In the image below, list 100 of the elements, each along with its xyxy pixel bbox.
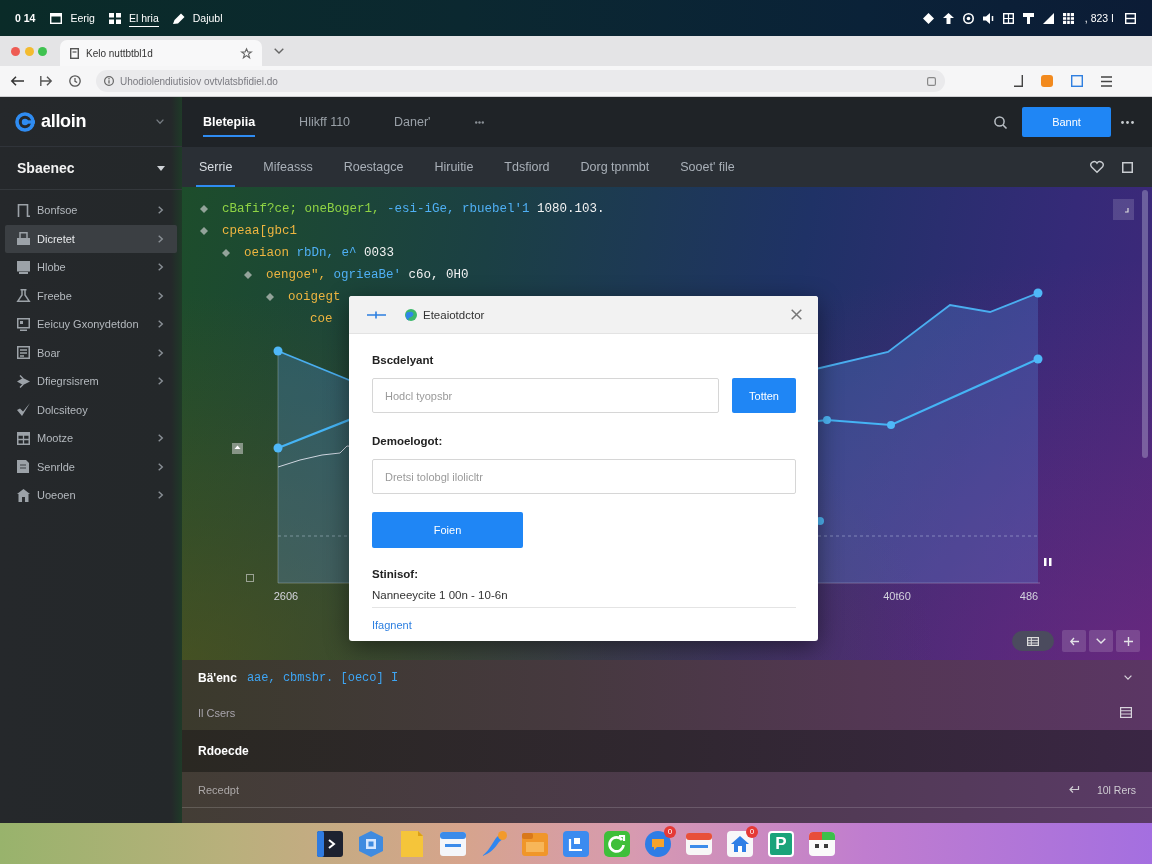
expander-icon[interactable] bbox=[200, 227, 208, 235]
expander-icon[interactable] bbox=[200, 205, 208, 213]
sidebar-item[interactable]: Dolcsiteoy bbox=[5, 395, 177, 424]
window-grid-icon[interactable] bbox=[1002, 12, 1014, 24]
signal-icon[interactable] bbox=[1042, 12, 1054, 24]
sidebar-item[interactable]: Mootze bbox=[5, 424, 177, 453]
header-tab[interactable]: Bletepiia bbox=[203, 107, 256, 137]
star-icon[interactable] bbox=[241, 47, 252, 59]
sidebar-item[interactable]: Uoeoen bbox=[5, 481, 177, 510]
browser-tab[interactable]: Kelo nuttbtbl1d bbox=[60, 40, 262, 66]
axis-label: 486 bbox=[1019, 590, 1039, 602]
check-icon bbox=[17, 403, 30, 417]
code-token: ogrieaBe' bbox=[333, 268, 402, 282]
speaker-icon[interactable] bbox=[982, 12, 994, 24]
nav-tab[interactable]: Sooet' file bbox=[677, 147, 738, 187]
record-label: Recedpt bbox=[198, 783, 239, 796]
code-token: cpeaa[gbc1 bbox=[222, 224, 297, 238]
menu-item[interactable]: Eerig bbox=[50, 9, 95, 27]
caret-icon[interactable] bbox=[157, 165, 165, 171]
close-window-button[interactable] bbox=[11, 46, 20, 56]
sidebar-item[interactable]: Dfiegrsisrem bbox=[5, 367, 177, 396]
code-token: oeiaon bbox=[244, 246, 289, 260]
sidebar-item[interactable]: Boar bbox=[5, 338, 177, 367]
more-icon[interactable] bbox=[1121, 120, 1134, 124]
clock-icon[interactable] bbox=[69, 75, 81, 87]
code-token: cBafif?ce; oneBoger1, bbox=[222, 202, 380, 216]
nav-tab[interactable]: Mifeasss bbox=[260, 147, 316, 187]
code-token: rbDn, e^ bbox=[296, 246, 357, 260]
door-icon bbox=[17, 203, 30, 217]
add-button[interactable] bbox=[1116, 630, 1140, 652]
calendar-icon[interactable] bbox=[809, 830, 835, 857]
card-icon[interactable] bbox=[686, 830, 712, 857]
square-outline-icon[interactable] bbox=[1071, 75, 1083, 87]
nav-tab[interactable]: Dorg tpnmbt bbox=[577, 147, 653, 187]
cube-icon[interactable] bbox=[358, 830, 384, 857]
link[interactable]: Ifagnent bbox=[372, 618, 412, 632]
heart-icon[interactable] bbox=[1090, 161, 1104, 173]
action-button[interactable]: Bannt bbox=[1022, 107, 1111, 137]
nav-tab[interactable]: Tdsfiord bbox=[501, 147, 553, 187]
window-icon bbox=[50, 12, 63, 24]
table-view-button[interactable] bbox=[1012, 631, 1054, 651]
box-icon[interactable] bbox=[1125, 12, 1136, 24]
dots-icon[interactable] bbox=[474, 120, 484, 124]
dropdown-button[interactable] bbox=[1089, 630, 1113, 652]
chevron-down-icon[interactable] bbox=[156, 119, 164, 124]
info-icon bbox=[104, 76, 114, 86]
previous-button[interactable] bbox=[1062, 630, 1086, 652]
sidebar-item[interactable]: Bonfsoe bbox=[5, 196, 177, 225]
app-name: alloin bbox=[41, 111, 88, 132]
header-tab[interactable]: Daner' bbox=[394, 107, 431, 137]
section-title: Sbaenec bbox=[17, 160, 76, 176]
back-icon[interactable] bbox=[11, 76, 24, 86]
grid-icon[interactable] bbox=[1062, 12, 1074, 24]
sidebar-item[interactable]: Senrlde bbox=[5, 452, 177, 481]
app-tile-icon[interactable] bbox=[563, 830, 589, 857]
flask-icon bbox=[17, 289, 30, 303]
sidebar-item[interactable]: Dicretet bbox=[5, 224, 177, 253]
table-icon bbox=[17, 431, 30, 445]
expander-icon[interactable] bbox=[266, 293, 274, 301]
expander-icon[interactable] bbox=[222, 249, 230, 257]
header-tab[interactable]: Hlikff 110 bbox=[299, 107, 351, 137]
forward-icon[interactable] bbox=[40, 76, 52, 86]
nav-tab[interactable]: Hiruitie bbox=[431, 147, 477, 187]
axis-label: 40t60 bbox=[883, 590, 911, 602]
code-token: -esi-iGe, rbuebel'1 bbox=[387, 202, 530, 216]
nav-tab[interactable]: Serrie bbox=[196, 147, 236, 187]
nav-tab[interactable]: Roestagce bbox=[340, 147, 407, 187]
inbox-icon bbox=[17, 232, 30, 246]
menu-item[interactable]: El hria bbox=[108, 9, 159, 27]
home-icon bbox=[17, 488, 30, 502]
square-icon[interactable] bbox=[1122, 161, 1133, 173]
tiles-icon bbox=[108, 12, 121, 24]
square-tile-icon[interactable] bbox=[1113, 199, 1134, 220]
diamond-icon[interactable] bbox=[922, 12, 934, 24]
code-token: c6o, bbox=[408, 268, 439, 282]
list-icon[interactable] bbox=[1120, 707, 1132, 718]
menu-item[interactable]: Dajubl bbox=[172, 9, 223, 27]
arrow-up-icon[interactable] bbox=[942, 12, 954, 24]
terminal-icon[interactable] bbox=[317, 830, 343, 857]
search-icon[interactable] bbox=[994, 115, 1007, 129]
panel-subtitle: Il Csers bbox=[198, 706, 236, 719]
axis-label: 2606 bbox=[273, 590, 299, 602]
sidebar-item[interactable]: Eeicuy Gxonydetdon bbox=[5, 310, 177, 339]
layout-icon[interactable] bbox=[1022, 12, 1034, 24]
sidebar-item[interactable]: Hlobe bbox=[5, 253, 177, 282]
home-icon[interactable] bbox=[727, 830, 753, 857]
arrow-tile-icon[interactable] bbox=[232, 443, 243, 454]
address-field[interactable]: Uhodiolendiutisiov ovtvlatsbfidiel.do bbox=[96, 70, 945, 92]
clock-time: 0 14 bbox=[15, 12, 36, 24]
result-text: Nanneeycite 1 00n - 10-6n bbox=[372, 588, 509, 603]
expander-icon[interactable] bbox=[244, 271, 252, 279]
sidebar-item[interactable]: Freebe bbox=[5, 281, 177, 310]
bar-marker-icon bbox=[1044, 558, 1052, 566]
bracket-icon[interactable] bbox=[1014, 75, 1023, 87]
target-icon[interactable] bbox=[962, 12, 974, 24]
caret-icon[interactable] bbox=[274, 48, 284, 54]
browser-window-icon[interactable] bbox=[440, 830, 466, 857]
menu-icon[interactable] bbox=[1101, 75, 1112, 87]
scrollbar[interactable] bbox=[1142, 190, 1148, 458]
panel-title: Bä'enc bbox=[198, 670, 237, 685]
